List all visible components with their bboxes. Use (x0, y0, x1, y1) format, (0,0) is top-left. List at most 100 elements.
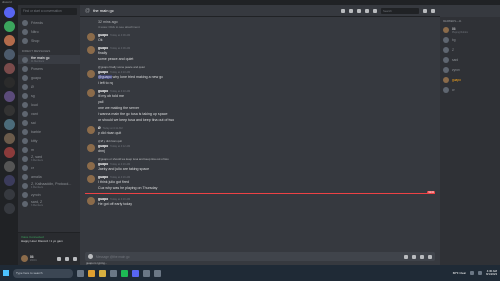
add-friend-icon[interactable] (365, 8, 369, 13)
server-icon[interactable] (3, 147, 15, 158)
browser-icon[interactable] (88, 269, 95, 277)
message-group[interactable]: guapo Today at 4:09 AM Ok (85, 33, 435, 43)
dm-item[interactable]: cr (18, 163, 80, 172)
dm-item[interactable]: sard, Z3 Members (18, 199, 80, 208)
discord-taskbar-icon[interactable] (132, 269, 139, 277)
explore-servers-icon[interactable] (3, 203, 15, 214)
server-icon[interactable] (3, 91, 15, 102)
member-item[interactable]: guapo (443, 75, 497, 85)
taskbar-search-input[interactable]: Type here to search (13, 268, 73, 278)
message-list[interactable]: 32 mins ago 4 sosa: Click to see attachm… (80, 17, 440, 249)
message-composer[interactable]: Message @the main gc (85, 252, 435, 261)
mute-mic-icon[interactable] (57, 256, 61, 261)
member-item[interactable]: bg (443, 35, 497, 45)
avatar[interactable] (87, 126, 95, 134)
pin-icon[interactable] (357, 8, 361, 13)
taskbar-clock[interactable]: 4:30 AM 8/1/2023 (486, 269, 497, 277)
add-attachment-icon[interactable] (88, 254, 93, 259)
help-icon[interactable] (431, 8, 435, 13)
avatar[interactable] (87, 162, 95, 170)
system-message[interactable]: 4 sosa: Click to see attachment (85, 25, 435, 30)
avatar[interactable] (87, 197, 95, 205)
dm-item[interactable]: amalia (18, 172, 80, 181)
call-icon[interactable] (341, 8, 345, 13)
sticker-icon[interactable] (420, 254, 424, 259)
add-server-icon[interactable] (3, 189, 15, 200)
app-icon[interactable] (154, 269, 161, 277)
wifi-icon[interactable] (470, 271, 475, 275)
member-item[interactable]: cr (443, 85, 497, 95)
message-group[interactable]: guapo Today at 4:10 AM @guapo why Ione tr… (85, 70, 435, 86)
nav-nitro[interactable]: Nitro (18, 27, 80, 36)
volume-icon[interactable] (478, 271, 483, 275)
store-icon[interactable] (110, 269, 117, 277)
avatar[interactable] (87, 144, 95, 152)
server-icon[interactable] (3, 63, 15, 74)
avatar[interactable] (87, 89, 95, 97)
gif-icon[interactable] (412, 254, 416, 259)
server-icon[interactable] (3, 161, 15, 172)
message-group[interactable]: Ø Today at 4:11 AM y did rican quit (85, 126, 435, 136)
avatar[interactable] (87, 46, 95, 54)
dm-item[interactable]: the main gc 11 Members (18, 55, 80, 64)
avatar[interactable] (87, 175, 95, 183)
member-item[interactable]: sard (443, 55, 497, 65)
message-group[interactable]: guapo Today at 4:16 AM Jaeky and julio ar… (85, 162, 435, 172)
server-icon[interactable] (3, 77, 15, 88)
dm-item[interactable]: m (18, 145, 80, 154)
member-item[interactable]: zyron (443, 65, 497, 75)
message-group[interactable]: guapo Today at 4:12 AM dnnj (85, 144, 435, 154)
file-explorer-icon[interactable] (99, 269, 106, 277)
dm-item[interactable]: Powers (18, 64, 80, 73)
member-item[interactable]: Z (443, 45, 497, 55)
search-input[interactable]: Search (381, 7, 419, 14)
member-item[interactable]: 86 Playing Roblox (443, 25, 497, 35)
spotify-icon[interactable] (121, 269, 128, 277)
avatar (22, 65, 28, 72)
mention[interactable]: @guapo (98, 75, 112, 79)
deafen-icon[interactable] (65, 256, 69, 261)
gear-icon[interactable] (73, 256, 77, 261)
task-view-icon[interactable] (77, 269, 84, 277)
dm-heading: DIRECT MESSAGES (22, 49, 51, 53)
video-icon[interactable] (349, 8, 353, 13)
message-group[interactable]: guapo Today at 4:09 AM finally some peace… (85, 46, 435, 62)
app-icon[interactable] (143, 269, 150, 277)
conversation-search-input[interactable]: Find or start a conversation (21, 8, 77, 15)
server-icon[interactable] (3, 21, 15, 32)
avatar[interactable] (21, 255, 28, 262)
dm-item[interactable]: barbie (18, 127, 80, 136)
windows-start-icon[interactable] (3, 270, 9, 276)
dm-item[interactable]: Ø (18, 82, 80, 91)
server-icon[interactable] (3, 35, 15, 46)
dm-item[interactable]: sai (18, 118, 80, 127)
message-group[interactable]: guapo Today at 4:16 AM He got off early t… (85, 197, 435, 207)
dm-item[interactable]: Z, sard 3 Members (18, 154, 80, 163)
server-icon[interactable] (3, 49, 15, 60)
nav-friends[interactable]: Friends (18, 18, 80, 27)
members-icon[interactable] (373, 8, 377, 13)
emoji-icon[interactable] (428, 254, 432, 259)
dm-item[interactable]: guapo (18, 73, 80, 82)
message-input[interactable]: Message @the main gc (96, 255, 130, 259)
inbox-icon[interactable] (423, 8, 427, 13)
avatar[interactable] (87, 33, 95, 41)
server-icon[interactable] (3, 175, 15, 186)
nav-shop[interactable]: Shop (18, 36, 80, 45)
message-group[interactable]: guapo Today at 4:16 AM I think julio got … (85, 175, 435, 191)
home-server-icon[interactable] (3, 7, 15, 18)
message-group[interactable]: guapo Today at 4:10 AM lil my ob told me … (85, 89, 435, 123)
dm-item[interactable]: loud (18, 100, 80, 109)
gift-icon[interactable] (404, 254, 408, 259)
dm-item[interactable]: vant (18, 109, 80, 118)
avatar[interactable] (87, 70, 95, 78)
dm-item[interactable]: sg (18, 91, 80, 100)
dm-item[interactable]: zyroin (18, 190, 80, 199)
weather-widget[interactable]: 68°F Clear (453, 271, 466, 275)
dm-item[interactable]: kitty (18, 136, 80, 145)
voice-connection-panel: Voice Connected Happy Hour Discord / 1 y… (18, 232, 80, 252)
dm-item[interactable]: Z, Kalhaaddin, Protocol... 4 Members (18, 181, 80, 190)
server-icon[interactable] (3, 105, 15, 116)
server-icon[interactable] (3, 133, 15, 144)
server-icon[interactable] (3, 119, 15, 130)
